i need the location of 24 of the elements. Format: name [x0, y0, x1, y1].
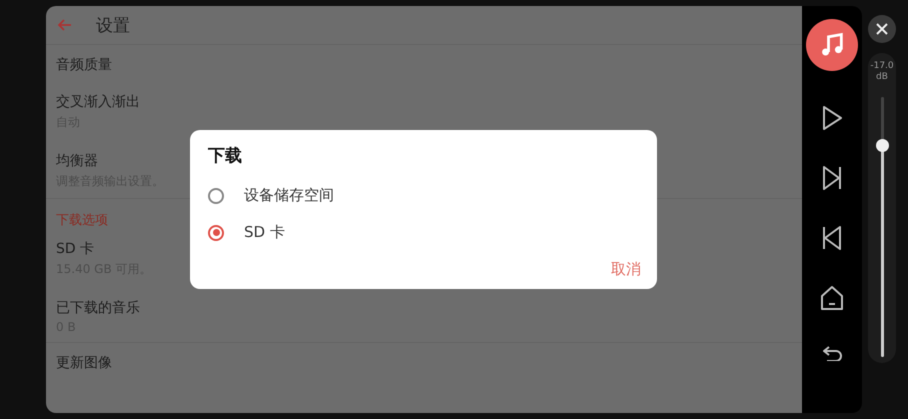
option-label[interactable]: 设备储存空间	[244, 186, 334, 205]
radio-button[interactable]	[208, 188, 224, 204]
page-title: 设置	[96, 14, 130, 36]
slider-thumb[interactable]	[876, 139, 888, 152]
close-button[interactable]	[868, 15, 896, 43]
cancel-button[interactable]: 取消	[611, 260, 641, 279]
music-app-button[interactable]	[806, 19, 858, 71]
back-icon[interactable]	[821, 345, 843, 361]
setting-title[interactable]: SD 卡	[56, 240, 94, 258]
close-icon	[875, 22, 889, 36]
setting-title[interactable]: 均衡器	[56, 152, 98, 170]
setting-title[interactable]: 交叉渐入渐出	[56, 93, 140, 111]
setting-title[interactable]: 更新图像	[56, 354, 112, 372]
skip-previous-icon[interactable]	[821, 225, 843, 251]
volume-reading: -17.0 dB	[870, 61, 894, 83]
skip-next-icon[interactable]	[821, 165, 843, 191]
option-label[interactable]: SD 卡	[244, 223, 285, 242]
dialog-title: 下载	[208, 145, 243, 167]
play-icon[interactable]	[821, 105, 843, 131]
radio-button[interactable]	[208, 224, 224, 240]
section-header: 下载选项	[55, 212, 109, 229]
setting-title[interactable]: 已下载的音乐	[56, 299, 140, 317]
setting-title[interactable]: 音频质量	[56, 56, 112, 74]
home-icon[interactable]	[820, 285, 844, 311]
